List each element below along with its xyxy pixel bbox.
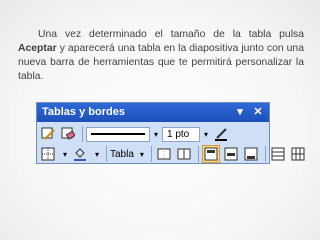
line-weight-dropdown[interactable]: 1 pto bbox=[162, 126, 200, 142]
line-weight-chevron-down-icon[interactable]: ▾ bbox=[202, 130, 210, 139]
split-cells-icon[interactable] bbox=[175, 145, 193, 163]
merge-cells-icon[interactable] bbox=[155, 145, 173, 163]
toolbar-menu-arrow-icon[interactable]: ▾ bbox=[233, 105, 247, 119]
align-bottom-icon[interactable] bbox=[242, 145, 260, 163]
line-style-chevron-down-icon[interactable]: ▾ bbox=[152, 130, 160, 139]
separator bbox=[106, 146, 107, 162]
separator bbox=[82, 126, 83, 142]
toolbar-titlebar[interactable]: Tablas y bordes ▾ ✕ bbox=[37, 103, 269, 122]
close-icon[interactable]: ✕ bbox=[251, 105, 265, 119]
slide-paragraph: Una vez determinado el tamaño de la tabl… bbox=[18, 28, 304, 84]
toolbar-row-1: ▾ 1 pto ▾ bbox=[39, 124, 232, 144]
paragraph-bold-word: Aceptar bbox=[18, 43, 57, 54]
separator bbox=[197, 146, 199, 162]
paragraph-text-end: y aparecerá una tabla en la diapositiva … bbox=[18, 43, 304, 82]
toolbar-title: Tablas y bordes bbox=[42, 106, 125, 118]
table-menu-chevron-down-icon[interactable]: ▾ bbox=[138, 150, 146, 159]
border-color-pen-icon[interactable] bbox=[212, 125, 230, 143]
fill-color-bucket-icon[interactable] bbox=[71, 145, 89, 163]
distribute-columns-icon[interactable] bbox=[289, 145, 307, 163]
separator bbox=[150, 146, 152, 162]
separator bbox=[264, 146, 266, 162]
toolbar-row-2: ▾ ▾ Tabla ▾ bbox=[39, 144, 309, 164]
tables-and-borders-toolbar: Tablas y bordes ▾ ✕ ▾ 1 pto ▾ ▾ ▾ Tabla bbox=[36, 102, 305, 164]
borders-icon[interactable] bbox=[39, 145, 57, 163]
line-style-dropdown[interactable] bbox=[86, 126, 150, 142]
table-menu-button[interactable]: Tabla bbox=[110, 149, 134, 160]
borders-chevron-down-icon[interactable]: ▾ bbox=[61, 150, 69, 159]
align-top-icon[interactable] bbox=[201, 145, 220, 163]
paragraph-text-start: Una vez determinado el tamaño de la tabl… bbox=[38, 29, 304, 40]
distribute-rows-icon[interactable] bbox=[269, 145, 287, 163]
fill-color-chevron-down-icon[interactable]: ▾ bbox=[93, 150, 101, 159]
eraser-icon[interactable] bbox=[59, 125, 77, 143]
draw-table-pencil-icon[interactable] bbox=[39, 125, 57, 143]
center-vertically-icon[interactable] bbox=[222, 145, 240, 163]
